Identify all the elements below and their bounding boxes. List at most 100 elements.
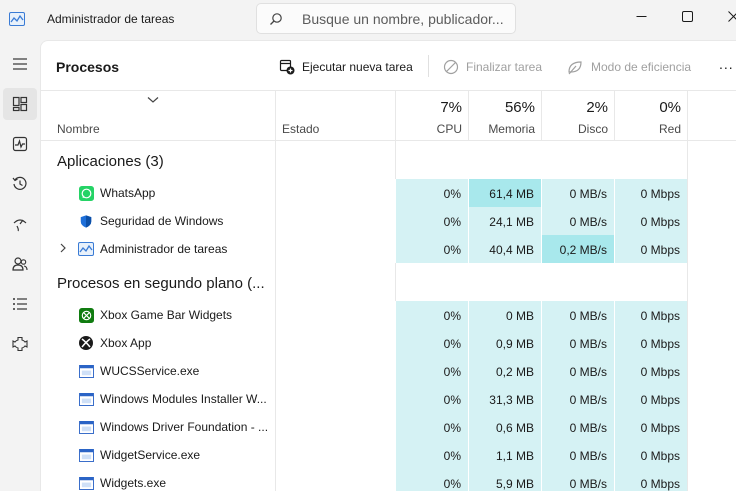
disk-cell: 0 MB/s (541, 179, 614, 207)
network-cell: 0 Mbps (614, 235, 687, 263)
window-app-icon (78, 475, 94, 491)
disk-cell: 0 MB/s (541, 469, 614, 491)
end-task-icon (443, 59, 459, 75)
run-new-task-label: Ejecutar nueva tarea (302, 60, 413, 74)
search-icon (270, 13, 282, 25)
column-header: Nombre Estado 7% CPU 56% Memoria 2% Disc… (41, 91, 736, 141)
nav-item-processes[interactable] (3, 88, 37, 120)
nav-menu-button[interactable] (3, 48, 37, 80)
process-name: WidgetService.exe (100, 448, 201, 462)
group-header-background[interactable]: Procesos en segundo plano (... (57, 275, 265, 292)
nav-item-startup[interactable] (3, 208, 37, 240)
process-name: Windows Driver Foundation - ... (100, 420, 269, 434)
process-row[interactable]: WidgetService.exe 0% 1,1 MB 0 MB/s 0 Mbps (41, 441, 736, 469)
column-network[interactable]: 0% Red (614, 91, 687, 141)
network-cell: 0 Mbps (614, 357, 687, 385)
processes-icon (12, 96, 28, 112)
cpu-percent: 7% (440, 99, 462, 116)
column-status[interactable]: Estado (275, 91, 395, 141)
disk-cell: 0 MB/s (541, 301, 614, 329)
window-app-icon (78, 419, 94, 435)
process-row[interactable]: WUCSService.exe 0% 0,2 MB 0 MB/s 0 Mbps (41, 357, 736, 385)
run-new-task-button[interactable]: Ejecutar nueva tarea (279, 57, 413, 77)
memory-cell: 0,9 MB (468, 329, 541, 357)
cpu-cell: 0% (395, 385, 468, 413)
process-row[interactable]: Xbox App 0% 0,9 MB 0 MB/s 0 Mbps (41, 329, 736, 357)
disk-cell: 0 MB/s (541, 357, 614, 385)
memory-cell: 24,1 MB (468, 207, 541, 235)
column-name[interactable]: Nombre (57, 122, 100, 136)
memory-cell: 0,2 MB (468, 357, 541, 385)
shield-icon (78, 213, 94, 229)
more-options-button[interactable]: ... (719, 57, 734, 71)
network-cell: 0 Mbps (614, 329, 687, 357)
minimize-icon (636, 15, 646, 17)
process-row[interactable]: Widgets.exe 0% 5,9 MB 0 MB/s 0 Mbps (41, 469, 736, 491)
memory-cell: 0,6 MB (468, 413, 541, 441)
memory-cell: 31,3 MB (468, 385, 541, 413)
run-task-icon (279, 59, 295, 75)
end-task-button[interactable]: Finalizar tarea (443, 57, 542, 77)
chevron-down-icon[interactable] (147, 96, 159, 104)
process-name: Seguridad de Windows (100, 214, 224, 228)
nav-item-history[interactable] (3, 168, 37, 200)
whatsapp-icon (78, 185, 94, 201)
efficiency-mode-button[interactable]: Modo de eficiencia (567, 57, 691, 77)
process-row[interactable]: Xbox Game Bar Widgets 0% 0 MB 0 MB/s 0 Mbps (41, 301, 736, 329)
disk-cell: 0 MB/s (541, 207, 614, 235)
end-task-label: Finalizar tarea (466, 60, 543, 74)
xbox-game-bar-icon (78, 307, 94, 323)
memory-cell: 0 MB (468, 301, 541, 329)
process-row[interactable]: Seguridad de Windows 0% 24,1 MB 0 MB/s 0 Mbp… (41, 207, 736, 235)
startup-icon (13, 219, 27, 232)
process-name: Windows Modules Installer W... (100, 392, 267, 406)
disk-cell: 0 MB/s (541, 441, 614, 469)
disk-cell: 0 MB/s (541, 329, 614, 357)
nav-item-performance[interactable] (3, 128, 37, 160)
memory-cell: 40,4 MB (468, 235, 541, 263)
minimize-button[interactable] (618, 0, 664, 32)
disk-cell: 0,2 MB/s (541, 235, 614, 263)
network-cell: 0 Mbps (614, 441, 687, 469)
performance-icon (12, 136, 28, 152)
process-row[interactable]: Windows Modules Installer W... 0% 31,3 MB 0… (41, 385, 736, 413)
process-row[interactable]: Administrador de tareas 0% 40,4 MB 0,2 MB/s… (41, 235, 736, 263)
network-cell: 0 Mbps (614, 301, 687, 329)
column-status-label: Estado (282, 122, 320, 136)
column-cpu[interactable]: 7% CPU (395, 91, 468, 141)
nav-item-users[interactable] (3, 248, 37, 280)
close-button[interactable] (710, 0, 736, 32)
column-disk[interactable]: 2% Disco (541, 91, 614, 141)
search-input[interactable] (302, 10, 512, 28)
search-box[interactable] (256, 3, 516, 34)
services-icon (12, 336, 28, 352)
disk-label: Disco (577, 122, 608, 136)
maximize-button[interactable] (664, 0, 710, 32)
nav-item-services[interactable] (3, 328, 37, 360)
network-cell: 0 Mbps (614, 413, 687, 441)
process-name: WUCSService.exe (100, 364, 200, 378)
cpu-cell: 0% (395, 301, 468, 329)
process-row[interactable]: Windows Driver Foundation - ... 0% 0,6 MB 0… (41, 413, 736, 441)
xbox-icon (78, 335, 94, 351)
chevron-right-icon[interactable] (59, 242, 67, 257)
memory-cell: 61,4 MB (468, 179, 541, 207)
task-manager-app-icon (9, 12, 25, 26)
process-name: Xbox Game Bar Widgets (100, 308, 233, 322)
disk-cell: 0 MB/s (541, 413, 614, 441)
process-row[interactable]: WhatsApp 0% 61,4 MB 0 MB/s 0 Mbps (41, 179, 736, 207)
close-icon (727, 10, 736, 22)
cpu-cell: 0% (395, 441, 468, 469)
cpu-cell: 0% (395, 207, 468, 235)
maximize-icon (681, 10, 693, 22)
process-name: Widgets.exe (100, 476, 167, 490)
network-cell: 0 Mbps (614, 469, 687, 491)
memory-label: Memoria (488, 122, 535, 136)
column-memory[interactable]: 56% Memoria (468, 91, 541, 141)
nav-item-details[interactable] (3, 288, 37, 320)
left-navigation (0, 40, 40, 491)
cpu-label: CPU (436, 122, 462, 136)
leaf-icon (568, 61, 582, 75)
process-name: Xbox App (100, 336, 152, 350)
group-header-apps[interactable]: Aplicaciones (3) (57, 153, 164, 170)
